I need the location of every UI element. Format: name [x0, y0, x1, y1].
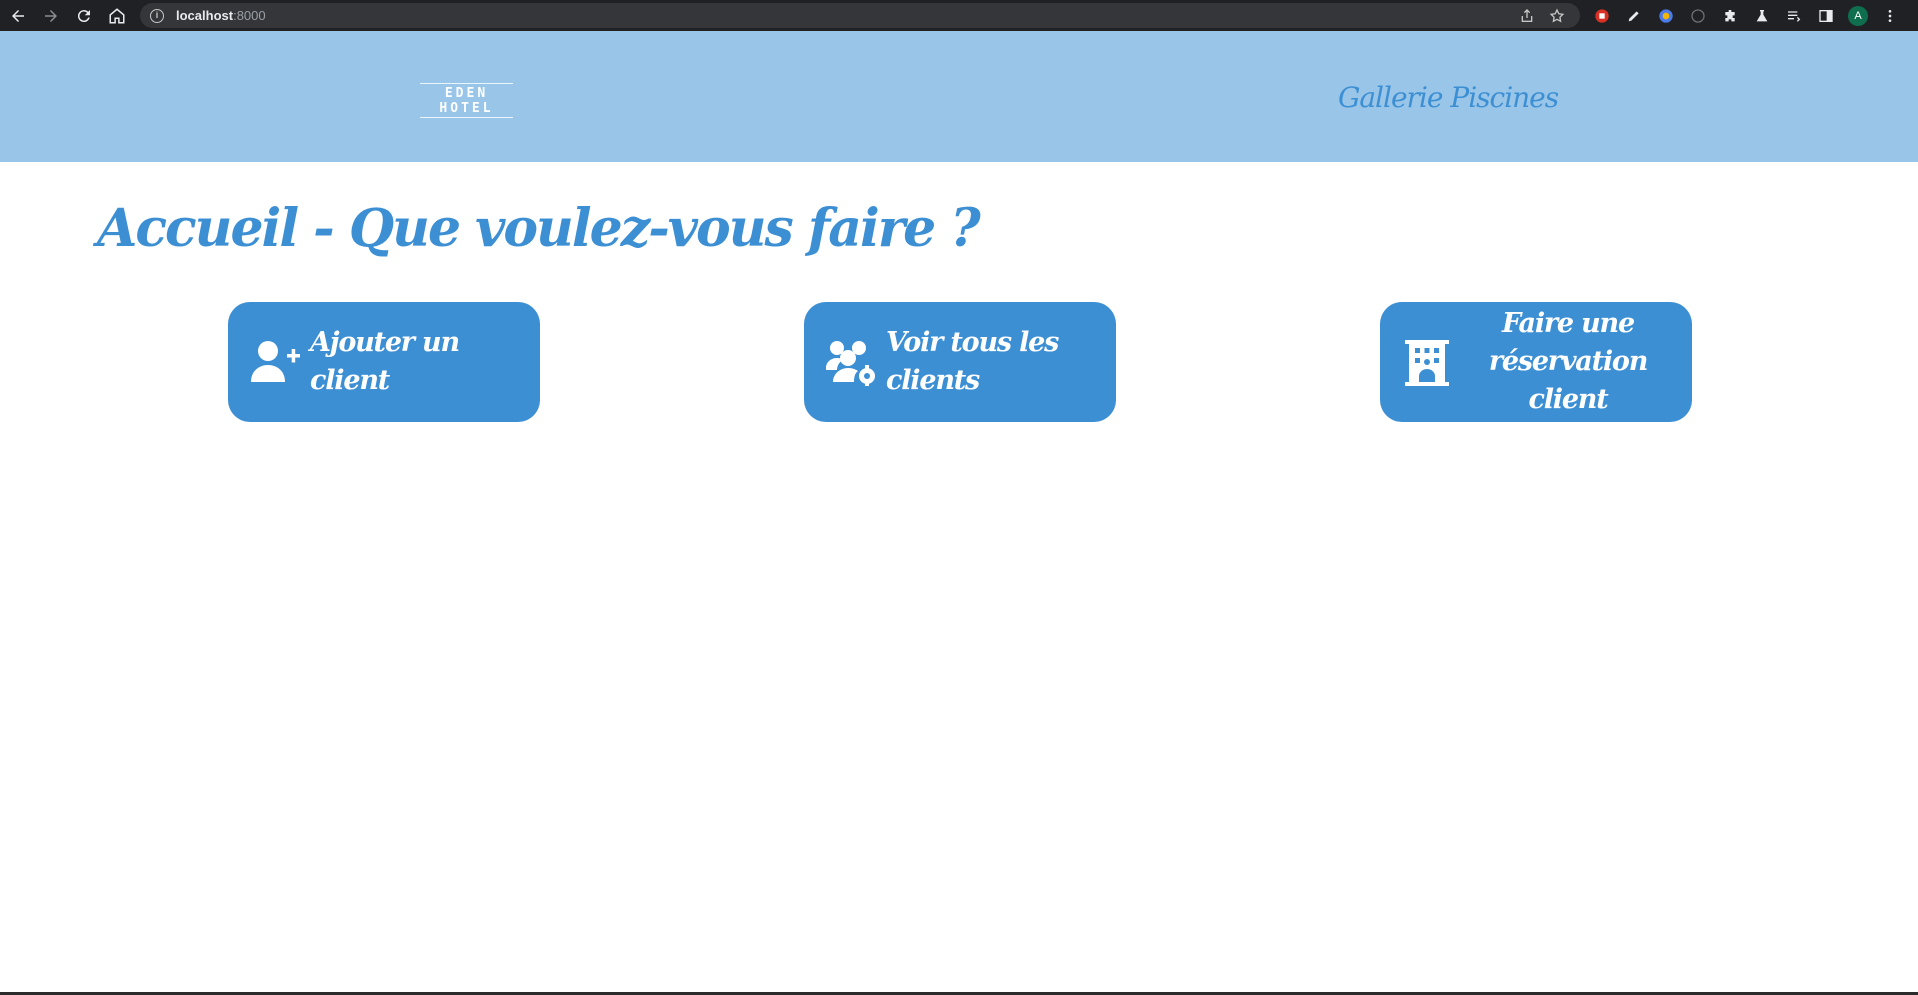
extension-blue-icon[interactable]	[1650, 0, 1682, 31]
arrow-right-icon	[44, 9, 57, 22]
add-client-button[interactable]: Ajouter un client	[228, 302, 540, 422]
make-reservation-label: Faire une réservation client	[1454, 305, 1692, 419]
page-title: Accueil - Que voulez-vous faire ?	[97, 198, 981, 259]
url-host: localhost	[176, 8, 234, 23]
profile-button[interactable]: A	[1842, 0, 1874, 31]
forward-button[interactable]	[35, 0, 66, 31]
share-icon[interactable]	[1512, 8, 1542, 24]
users-cog-icon	[824, 337, 878, 387]
view-all-clients-button[interactable]: Voir tous les clients	[804, 302, 1116, 422]
site-info-icon[interactable]: i	[150, 8, 164, 23]
browser-toolbar: i localhost :8000 A	[0, 0, 1918, 31]
reload-icon	[77, 9, 90, 22]
view-all-clients-label: Voir tous les clients	[886, 327, 1059, 396]
extension-gray-icon[interactable]	[1682, 0, 1714, 31]
reload-button[interactable]	[68, 0, 99, 31]
make-reservation-label-line2: réservation client	[1488, 346, 1649, 415]
extension-red-icon[interactable]	[1586, 0, 1618, 31]
home-icon	[109, 7, 124, 23]
back-button[interactable]	[2, 0, 33, 31]
home-button[interactable]	[101, 0, 132, 31]
url-port: :8000	[233, 8, 266, 23]
avatar: A	[1848, 5, 1868, 26]
bookmark-star-icon[interactable]	[1542, 7, 1572, 24]
hotel-logo[interactable]: EDEN HOTEL	[420, 83, 513, 118]
side-panel-icon[interactable]	[1810, 0, 1842, 31]
reading-list-icon[interactable]	[1778, 0, 1810, 31]
hotel-icon	[1400, 337, 1454, 387]
gallery-pools-link[interactable]: Gallerie Piscines	[1338, 81, 1559, 114]
flask-icon[interactable]	[1746, 0, 1778, 31]
make-reservation-label-line1: Faire une	[1502, 308, 1635, 339]
pen-extension-icon[interactable]	[1618, 0, 1650, 31]
puzzle-extensions-icon[interactable]	[1714, 0, 1746, 31]
user-plus-icon	[248, 337, 302, 387]
add-client-label: Ajouter un client	[310, 327, 460, 396]
arrow-left-icon	[11, 9, 24, 22]
address-bar[interactable]: i localhost :8000	[140, 3, 1580, 28]
site-header: EDEN HOTEL Gallerie Piscines	[0, 31, 1918, 162]
menu-kebab-icon[interactable]	[1874, 0, 1906, 31]
make-reservation-button[interactable]: Faire une réservation client	[1380, 302, 1692, 422]
